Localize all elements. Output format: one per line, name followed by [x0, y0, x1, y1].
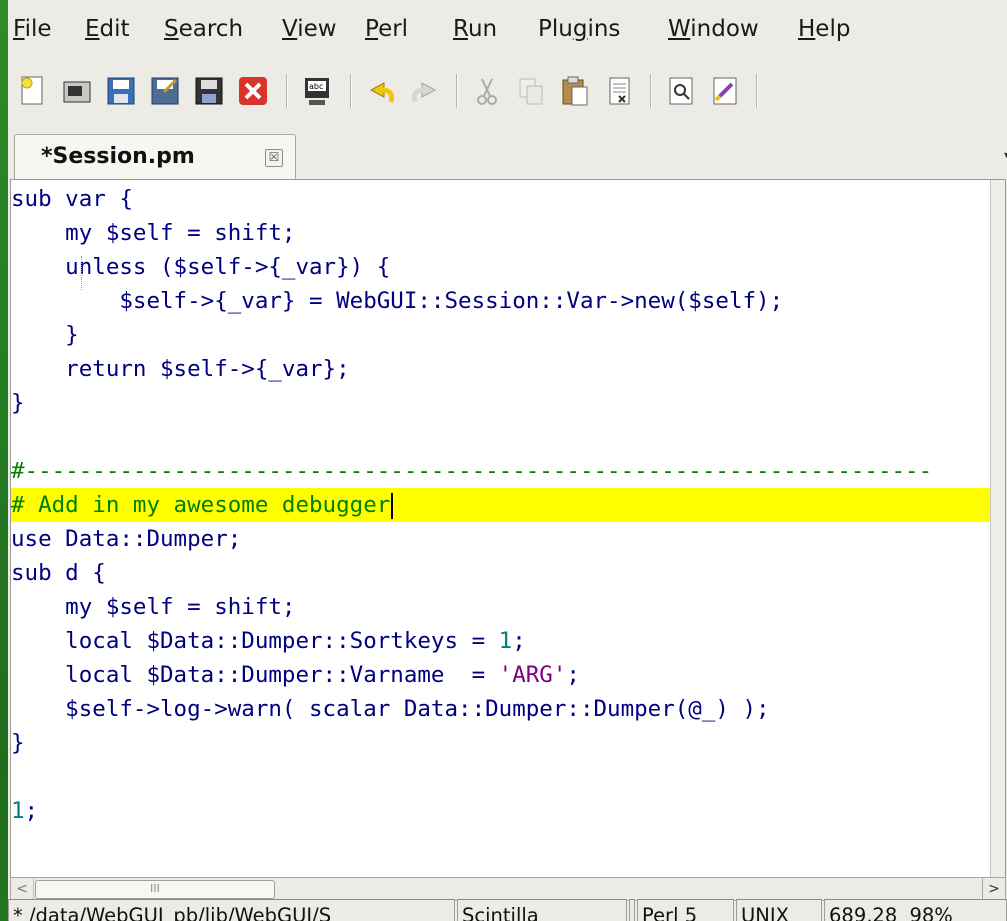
padre-editor-window: File Edit Search View Perl Run Plugins Window He… [8, 0, 1007, 921]
spellcheck-icon[interactable]: abc [300, 74, 334, 108]
copy-icon[interactable] [514, 74, 548, 108]
status-bar: * /data/WebGUI_pb/lib/WebGUI/S Scintilla… [8, 899, 1007, 921]
find-icon[interactable] [664, 74, 698, 108]
vertical-scrollbar[interactable] [990, 180, 1005, 877]
toolbar: abc [8, 60, 1007, 125]
svg-text:abc: abc [309, 82, 323, 91]
undo-icon[interactable] [364, 74, 398, 108]
status-newline: UNIX [736, 899, 822, 921]
code-line[interactable]: local $Data::Dumper::Varname = 'ARG'; [11, 658, 997, 692]
select-all-icon[interactable] [602, 74, 636, 108]
paste-icon[interactable] [558, 74, 592, 108]
status-cursor-position: 689,28 [829, 904, 898, 921]
code-line[interactable]: #---------------------------------------… [11, 454, 997, 488]
status-blank [629, 899, 635, 921]
new-file-icon[interactable] [16, 74, 50, 108]
tab-session-pm[interactable]: *Session.pm ☒ [14, 134, 296, 181]
menu-bar: File Edit Search View Perl Run Plugins Window He… [8, 0, 1007, 60]
menu-view[interactable]: View [282, 12, 337, 46]
horizontal-scrollbar[interactable]: < III > [10, 877, 1006, 901]
redo-icon[interactable] [408, 74, 442, 108]
code-line[interactable] [11, 760, 997, 794]
menu-search[interactable]: Search [164, 12, 243, 46]
menu-file[interactable]: File [13, 12, 52, 46]
menu-edit[interactable]: Edit [85, 12, 130, 46]
status-file-path: * /data/WebGUI_pb/lib/WebGUI/S [8, 899, 455, 921]
status-percent: 98% [909, 904, 953, 921]
indent-guide [81, 256, 82, 290]
cut-icon[interactable] [470, 74, 504, 108]
tab-label: *Session.pm [41, 144, 195, 169]
close-file-icon[interactable] [236, 74, 270, 108]
code-line[interactable] [11, 420, 997, 454]
code-line[interactable]: local $Data::Dumper::Sortkeys = 1; [11, 624, 997, 658]
code-editor[interactable]: sub var { my $self = shift; unless ($sel… [10, 179, 1006, 878]
code-line[interactable]: sub var { [11, 182, 997, 216]
code-line[interactable]: my $self = shift; [11, 590, 997, 624]
menu-perl[interactable]: Perl [365, 12, 408, 46]
code-line[interactable]: my $self = shift; [11, 216, 997, 250]
scrollbar-thumb[interactable]: III [35, 880, 275, 899]
tab-bar: *Session.pm ☒ ▾ [8, 124, 1007, 181]
code-line[interactable]: use Data::Dumper; [11, 522, 997, 556]
code-line[interactable]: $self->{_var} = WebGUI::Session::Var->ne… [11, 284, 997, 318]
menu-run[interactable]: Run [453, 12, 497, 46]
close-icon[interactable]: ☒ [265, 149, 283, 167]
menu-help[interactable]: Help [798, 12, 850, 46]
code-line[interactable]: return $self->{_var}; [11, 352, 997, 386]
code-line-current[interactable]: # Add in my awesome debugger [11, 488, 997, 522]
menu-plugins[interactable]: Plugins [538, 12, 620, 46]
code-line[interactable]: } [11, 726, 997, 760]
code-line[interactable]: } [11, 318, 997, 352]
replace-icon[interactable] [708, 74, 742, 108]
save-all-icon[interactable] [192, 74, 226, 108]
status-language: Perl 5 [637, 899, 734, 921]
save-as-icon[interactable] [148, 74, 182, 108]
save-icon[interactable] [104, 74, 138, 108]
open-file-icon[interactable] [60, 74, 94, 108]
scroll-right-arrow-icon[interactable]: > [982, 878, 1005, 900]
code-line[interactable]: $self->log->warn( scalar Data::Dumper::D… [11, 692, 997, 726]
status-lexer: Scintilla [457, 899, 627, 921]
code-line[interactable]: } [11, 386, 997, 420]
scroll-left-arrow-icon[interactable]: < [11, 878, 34, 900]
code-line[interactable]: 1; [11, 794, 997, 828]
status-position: 689,28 98% [824, 899, 1007, 921]
menu-window[interactable]: Window [668, 12, 759, 46]
text-cursor [391, 492, 394, 519]
code-line[interactable]: sub d { [11, 556, 997, 590]
code-line[interactable]: unless ($self->{_var}) { [11, 250, 997, 284]
